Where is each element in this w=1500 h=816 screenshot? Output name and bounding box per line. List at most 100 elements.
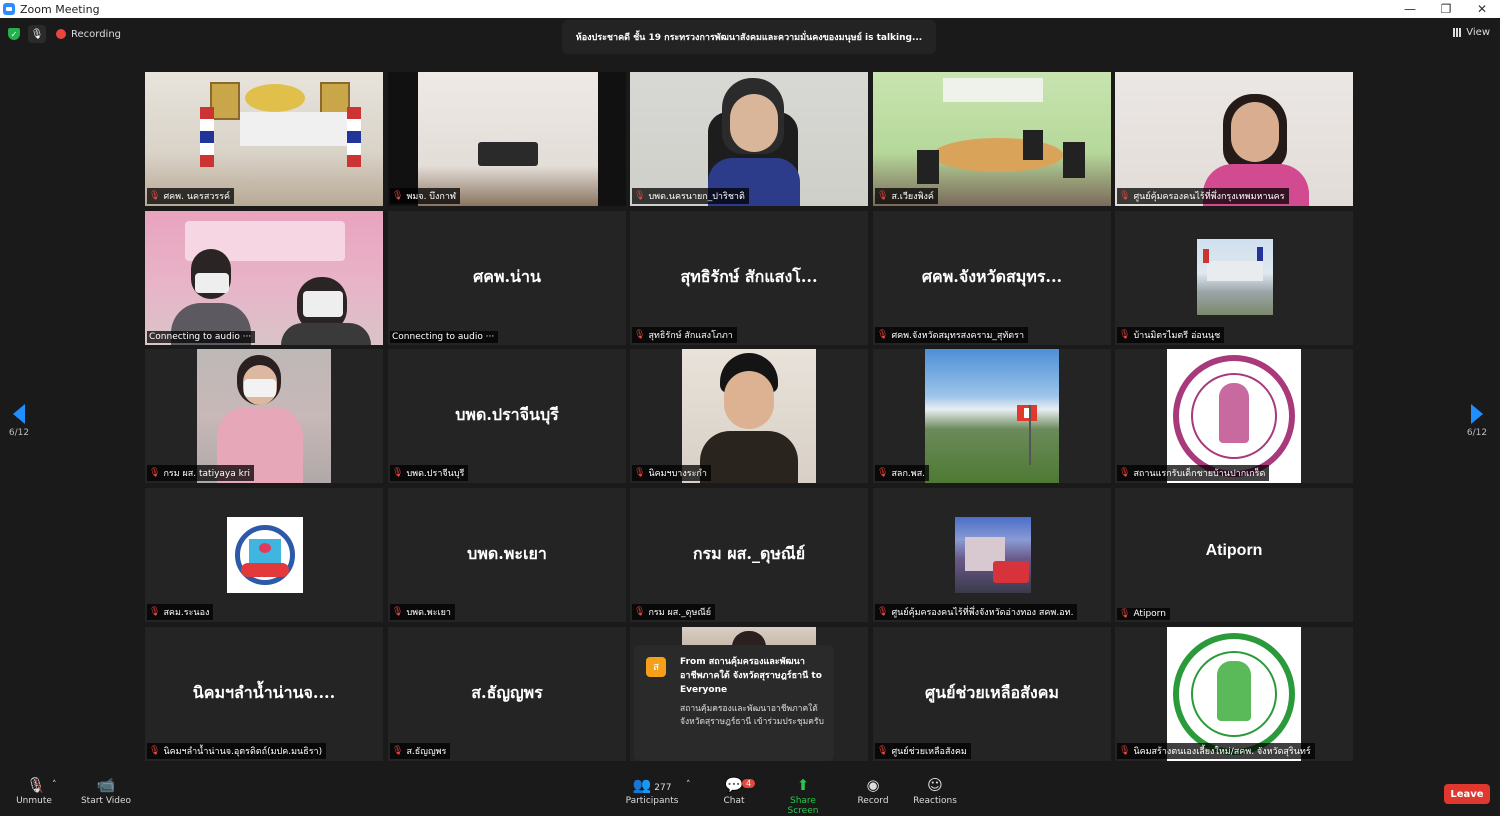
next-page-button[interactable]: 6/12	[1462, 404, 1492, 438]
participant-display-name: Atiporn	[1205, 542, 1263, 559]
chat-sender: From สถานคุ้มครองและพัฒนาอาชีพภาคใต้ จัง…	[680, 657, 822, 695]
participant-name: ส.ธัญญพร	[406, 747, 447, 757]
talking-text: ห้องประชาคดี ชั้น 19 กระทรวงการพัฒนาสังค…	[575, 33, 923, 43]
microphone-stand	[478, 142, 538, 166]
signboard	[943, 78, 1043, 102]
participant-tile[interactable]: 🎙 ศคพ. นครสวรรค์	[145, 72, 383, 206]
person-body	[281, 323, 371, 345]
participant-name: Connecting to audio ···	[149, 332, 252, 342]
participant-display-name: บพด.พะเยา	[467, 544, 547, 563]
participant-tile[interactable]: 🎙 นิคมฯบางระกำ	[630, 349, 868, 483]
chair	[1063, 142, 1085, 178]
muted-mic-icon: 🎙	[392, 607, 404, 617]
muted-mic-icon: 🎙	[877, 191, 889, 201]
participant-tile[interactable]: สุทธิรักษ์ สักแสงโ... 🎙 สุทธิรักษ์ สักแสง…	[630, 211, 868, 345]
mic-status-icon[interactable]: 🎙	[28, 25, 46, 43]
close-button[interactable]: ✕	[1464, 2, 1500, 16]
participant-name-label: 🎙 ศูนย์คุ้มครองคนไร้ที่พึ่งจังหวัดอ่างทอง…	[875, 604, 1078, 620]
page-indicator-left: 6/12	[8, 428, 30, 438]
audio-options-button[interactable]: ˄	[52, 780, 57, 790]
recording-indicator[interactable]: Recording	[56, 29, 121, 40]
previous-page-button[interactable]: 6/12	[4, 404, 34, 438]
participant-tile[interactable]: 🎙 ส.เวียงพิงค์	[873, 72, 1111, 206]
muted-mic-icon: 🎙	[392, 468, 404, 478]
muted-mic-icon: 🎙	[149, 191, 161, 201]
participant-video	[1115, 72, 1353, 206]
view-label: View	[1466, 27, 1490, 38]
participant-name: ศคพ. นครสวรรค์	[163, 192, 231, 202]
restore-button[interactable]: ❐	[1428, 2, 1464, 16]
muted-mic-icon: 🎙	[634, 191, 646, 201]
participant-name: ศคพ.จังหวัดสมุทรสงคราม_สุทัตรา	[891, 331, 1025, 341]
minimize-button[interactable]: —	[1392, 2, 1428, 16]
participant-tile[interactable]: ศคพ.จังหวัดสมุทร... 🎙 ศคพ.จังหวัดสมุทรสงค…	[873, 211, 1111, 345]
view-button[interactable]: View	[1453, 27, 1490, 38]
participant-display-name: ศคพ.จังหวัดสมุทร...	[921, 267, 1063, 286]
start-video-button[interactable]: 📹 Start Video	[80, 776, 132, 806]
participant-name: บพด.ปราจีนบุรี	[406, 469, 465, 479]
reactions-icon: ☺	[927, 776, 943, 794]
participant-name: ส.เวียงพิงค์	[891, 192, 934, 202]
muted-mic-icon: 🎙	[392, 746, 404, 756]
share-screen-button[interactable]: ⬆ Share Screen	[774, 776, 832, 816]
participant-name-label: 🎙 ศคพ.จังหวัดสมุทรสงคราม_สุทัตรา	[875, 327, 1029, 343]
participant-name: นิคมสร้างตนเองเลี้ยงใหม่/สคพ. จังหวัดสุร…	[1133, 747, 1311, 757]
participant-name: พมจ. บึงกาฬ	[406, 192, 457, 202]
meeting-toolbar: 🎙╲ Unmute ˄ 📹 Start Video 👥 277 Participa…	[0, 770, 1500, 816]
chat-notification[interactable]: ส From สถานคุ้มครองและพัฒนาอาชีพภาคใต้ จ…	[634, 645, 834, 761]
participant-tile[interactable]: กรม ผส._ดุษณีย์ 🎙 กรม ผส._ดุษณีย์	[630, 488, 868, 622]
muted-mic-icon: 🎙	[877, 746, 889, 756]
unmute-label: Unmute	[16, 796, 52, 806]
muted-mic-icon: 🎙	[634, 607, 646, 617]
participant-tile[interactable]: 🎙 พมจ. บึงกาฬ	[388, 72, 626, 206]
participant-tile[interactable]: ศคพ.น่าน Connecting to audio ···	[388, 211, 626, 345]
participant-name: สคม.ระนอง	[163, 608, 210, 618]
participant-name: กรม ผส. tatiyaya kri	[163, 469, 251, 479]
security-shield-icon[interactable]: ✓	[8, 28, 20, 40]
leave-button[interactable]: Leave	[1444, 784, 1490, 804]
participant-tile[interactable]: 🎙 ศูนย์คุ้มครองคนไร้ที่พึ่งกรุงเทพมหานคร	[1115, 72, 1353, 206]
chat-button[interactable]: 💬 4 Chat	[716, 776, 756, 806]
participant-tile[interactable]: 🎙 บพด.นครนายก_ปาริชาติ	[630, 72, 868, 206]
participant-tile[interactable]: 🎙 สลก.พส.	[873, 349, 1111, 483]
window-title: Zoom Meeting	[20, 2, 100, 16]
participant-tile[interactable]: 🎙 กรม ผส. tatiyaya kri	[145, 349, 383, 483]
participant-name: นิคมฯลำน้ำน่านจ.อุตรดิตถ์(มปค.มนธิรา)	[163, 747, 323, 757]
participant-tile[interactable]: 🎙 ศูนย์คุ้มครองคนไร้ที่พึ่งจังหวัดอ่างทอง…	[873, 488, 1111, 622]
participants-options-button[interactable]: ˄	[686, 780, 691, 790]
participant-name-label: 🎙 Atiporn	[1117, 608, 1170, 620]
participant-name: สุทธิรักษ์ สักแสงโภภา	[648, 331, 733, 341]
participants-count: 277	[654, 783, 672, 793]
participant-tile[interactable]: ศูนย์ช่วยเหลือสังคม 🎙 ศูนย์ช่วยเหลือสังคม	[873, 627, 1111, 761]
participant-tile[interactable]: บพด.พะเยา 🎙 บพด.พะเยา	[388, 488, 626, 622]
participant-name-label: Connecting to audio ···	[147, 331, 256, 343]
participant-tile[interactable]: 🎙 นิคมสร้างตนเองเลี้ยงใหม่/สคพ. จังหวัดสุ…	[1115, 627, 1353, 761]
participant-name-label: 🎙 นิคมฯลำน้ำน่านจ.อุตรดิตถ์(มปค.มนธิรา)	[147, 743, 327, 759]
chair	[917, 150, 939, 184]
participant-tile[interactable]: Atiporn 🎙 Atiporn	[1115, 488, 1353, 622]
person-face	[1231, 102, 1279, 162]
participants-label: Participants	[625, 796, 679, 806]
participant-name-label: 🎙 ศคพ. นครสวรรค์	[147, 188, 235, 204]
participant-tile[interactable]: 🎙 บ้านมิตรไมตรี อ่อนนุช	[1115, 211, 1353, 345]
participant-name-label: 🎙 สุทธิรักษ์ สักแสงโภภา	[632, 327, 737, 343]
video-off-icon: 📹	[96, 776, 116, 794]
participant-name-label: Connecting to audio ···	[390, 331, 499, 343]
participant-display-name: สุทธิรักษ์ สักแสงโ...	[680, 267, 818, 286]
participants-button[interactable]: 👥 277 Participants	[624, 776, 680, 806]
record-label: Record	[857, 796, 889, 806]
participant-tile[interactable]: ส.ธัญญพร 🎙 ส.ธัญญพร	[388, 627, 626, 761]
record-button[interactable]: ◉ Record	[854, 776, 892, 806]
participant-display-name: นิคมฯลำน้ำน่านจ....	[192, 683, 336, 702]
participant-tile[interactable]: 🎙 สถานแรกรับเด็กชายบ้านปากเกร็ด	[1115, 349, 1353, 483]
signboard	[240, 112, 350, 146]
unmute-button[interactable]: 🎙╲ Unmute	[14, 776, 54, 806]
participant-tile[interactable]: Connecting to audio ···	[145, 211, 383, 345]
emblem	[245, 84, 305, 112]
participant-tile[interactable]: นิคมฯลำน้ำน่านจ.... 🎙 นิคมฯลำน้ำน่านจ.อุต…	[145, 627, 383, 761]
participant-tile[interactable]: บพด.ปราจีนบุรี 🎙 บพด.ปราจีนบุรี	[388, 349, 626, 483]
thai-flag	[200, 107, 214, 167]
reactions-button[interactable]: ☺ Reactions	[912, 776, 958, 806]
participant-tile[interactable]: 🎙 สคม.ระนอง	[145, 488, 383, 622]
participant-name: กรม ผส._ดุษณีย์	[648, 608, 712, 618]
